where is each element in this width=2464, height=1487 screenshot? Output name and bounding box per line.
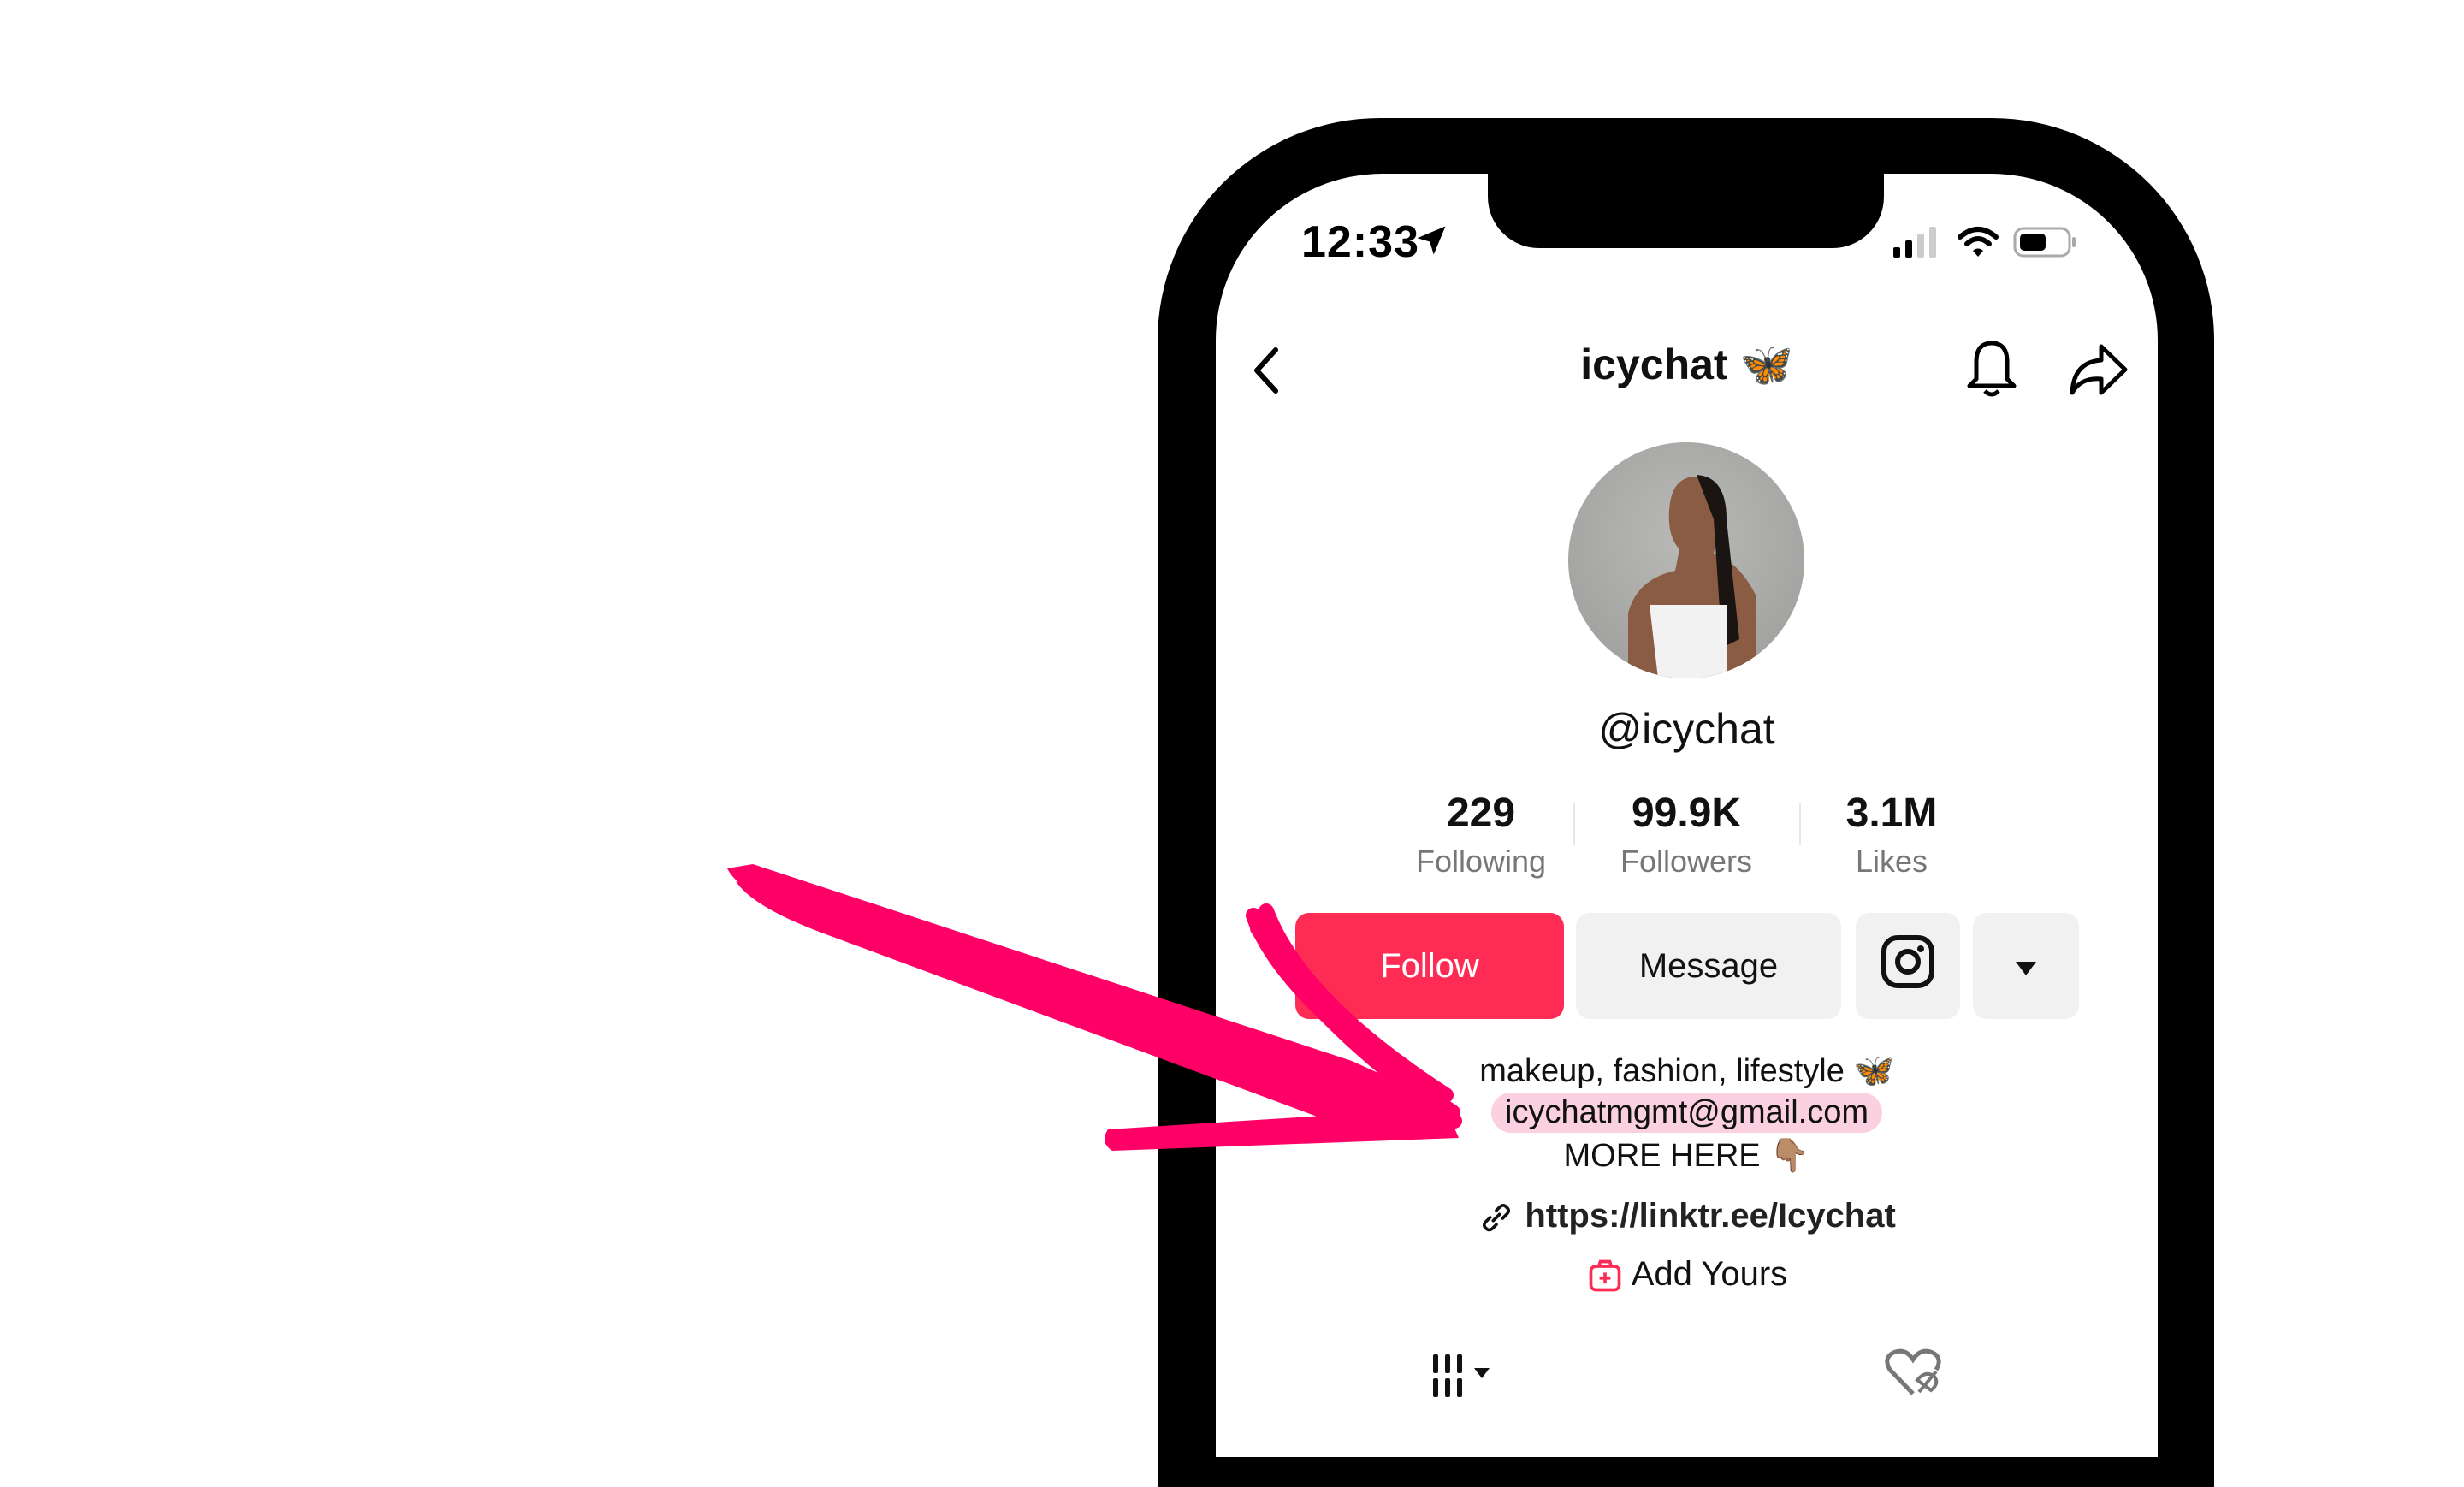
bell-icon <box>1964 341 2019 403</box>
phone-screen: 12:33 icychat 🦋 @icychat 229 Following 9… <box>1216 174 2158 1457</box>
cellular-signal-icon <box>1892 225 1943 264</box>
link-text[interactable]: https://linktr.ee/Icychat <box>1525 1197 1895 1235</box>
bio-email[interactable]: icychatmgmt@gmail.com <box>1491 1093 1882 1133</box>
liked-hidden-icon <box>1883 1348 1943 1401</box>
link-icon <box>1478 1197 1525 1235</box>
stats-divider <box>1799 803 1801 845</box>
battery-icon <box>2013 225 2078 264</box>
profile-handle: @icychat <box>1598 705 1775 753</box>
avatar[interactable] <box>1568 442 1804 678</box>
bio-line: makeup, fashion, lifestyle 🦋 <box>1479 1053 1894 1089</box>
bio-email-line: icychatmgmt@gmail.com <box>1216 1093 2158 1133</box>
tab-videos[interactable] <box>1430 1346 1515 1401</box>
stat-label: Following <box>1415 844 1547 879</box>
stat-following[interactable]: 229 Following <box>1395 790 1567 880</box>
stat-value: 229 <box>1446 791 1516 836</box>
message-button[interactable]: Message <box>1576 913 1841 1019</box>
add-yours-icon <box>1586 1255 1632 1293</box>
add-yours-label: Add Yours <box>1631 1255 1788 1293</box>
stats-divider <box>1573 803 1575 845</box>
stat-value: 99.9K <box>1631 791 1742 836</box>
profile-link[interactable]: https://linktr.ee/Icychat <box>1216 1197 2158 1236</box>
more-options-button[interactable] <box>1973 913 2079 1019</box>
notch <box>1488 174 1884 248</box>
stat-value: 3.1M <box>1845 791 1938 836</box>
butterfly-emoji: 🦋 <box>1739 341 1793 388</box>
add-yours-button[interactable]: Add Yours <box>1216 1255 2158 1294</box>
share-icon <box>2067 344 2129 401</box>
instagram-icon <box>1881 934 1935 998</box>
caret-down-icon <box>2014 947 2038 986</box>
share-button[interactable] <box>2067 341 2129 402</box>
tab-liked[interactable] <box>1883 1346 1943 1401</box>
bio-line: MORE HERE 👇🏽 <box>1563 1138 1810 1174</box>
username-title: icychat <box>1580 341 1728 388</box>
notification-bell-button[interactable] <box>1964 338 2019 404</box>
stat-label: Likes <box>1855 844 1928 879</box>
status-time: 12:33 <box>1301 217 1419 267</box>
instagram-button[interactable] <box>1856 913 1960 1019</box>
stat-likes[interactable]: 3.1M Likes <box>1806 790 1977 880</box>
follow-button[interactable]: Follow <box>1295 913 1564 1019</box>
stats-row: 229 Following 99.9K Followers 3.1M Likes <box>1395 790 1977 880</box>
grid-icon <box>1430 1354 1515 1401</box>
wifi-icon <box>1957 225 1999 264</box>
location-arrow-icon <box>1413 222 1450 264</box>
stat-label: Followers <box>1620 844 1753 879</box>
stat-followers[interactable]: 99.9K Followers <box>1601 790 1772 880</box>
status-icons <box>1892 225 2078 264</box>
